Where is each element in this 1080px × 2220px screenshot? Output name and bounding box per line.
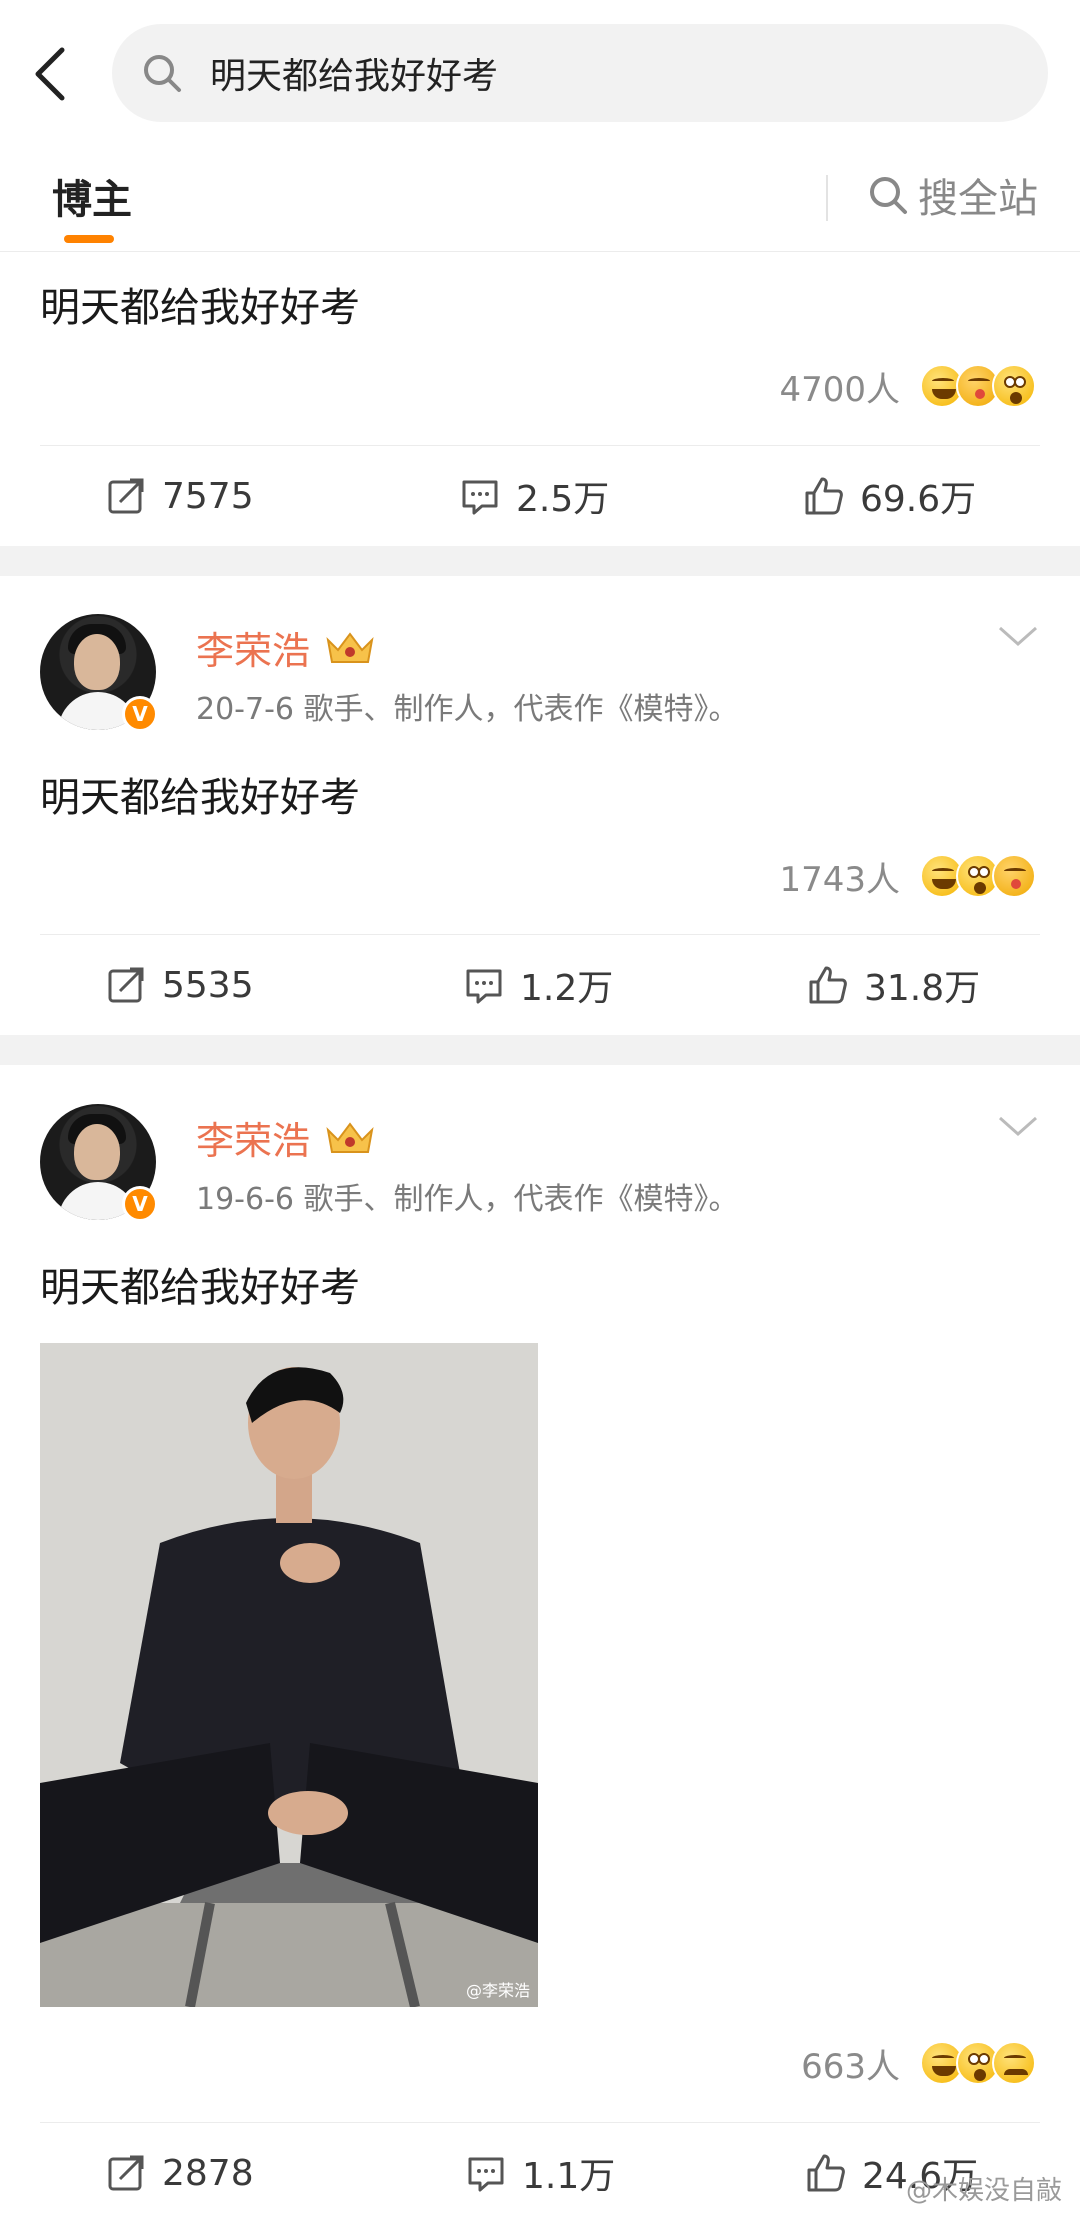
section-gap bbox=[0, 546, 1080, 576]
back-button[interactable] bbox=[26, 42, 74, 106]
author-name[interactable]: 李荣浩 bbox=[196, 620, 376, 675]
chevron-down-icon[interactable] bbox=[996, 1112, 1040, 1142]
like-button[interactable]: 69.6万 bbox=[802, 446, 976, 546]
comment-icon bbox=[464, 2151, 508, 2195]
comment-button[interactable]: 2.5万 bbox=[458, 446, 609, 546]
post-meta: 19-6-6 歌手、制作人，代表作《模特》。 bbox=[196, 1182, 739, 1217]
comment-button[interactable]: 1.1万 bbox=[464, 2123, 615, 2220]
search-input[interactable]: 明天都给我好好考 bbox=[112, 24, 1048, 122]
kiss-emoji-icon bbox=[992, 854, 1036, 898]
section-gap bbox=[0, 1035, 1080, 1065]
repost-icon bbox=[104, 474, 148, 518]
search-all-button[interactable]: 搜全站 bbox=[868, 165, 1038, 225]
search-query: 明天都给我好好考 bbox=[210, 56, 499, 97]
comment-icon bbox=[458, 474, 502, 518]
repost-count: 7575 bbox=[162, 475, 254, 517]
repost-icon bbox=[104, 963, 148, 1007]
post-text[interactable]: 明天都给我好好考 bbox=[40, 1255, 360, 1313]
active-tab-indicator bbox=[64, 235, 114, 243]
author-row[interactable]: V 李荣浩 20-7-6 歌手、制作人，代表作《模特》。 bbox=[40, 614, 1040, 734]
post-actions: 2878 1.1万 24.6万 bbox=[40, 2122, 1040, 2220]
comment-count: 1.1万 bbox=[522, 2156, 616, 2197]
top-bar: 明天都给我好好考 bbox=[0, 0, 1080, 145]
repost-button[interactable]: 2878 bbox=[104, 2123, 254, 2220]
verified-badge-icon: V bbox=[122, 1186, 158, 1222]
post-photo[interactable]: @李荣浩 bbox=[40, 1343, 538, 2007]
crown-badge-icon bbox=[324, 1118, 376, 1158]
post-text[interactable]: 明天都给我好好考 bbox=[40, 765, 360, 823]
reaction-count: 4700人 bbox=[779, 369, 900, 410]
repost-button[interactable]: 7575 bbox=[104, 446, 254, 546]
post-actions: 5535 1.2万 31.8万 bbox=[40, 934, 1040, 1034]
corner-watermark: @木娱没自敲 bbox=[905, 2176, 1062, 2206]
tab-blogger[interactable]: 博主 bbox=[52, 167, 132, 225]
author-name-text: 李荣浩 bbox=[196, 629, 311, 673]
repost-count: 5535 bbox=[162, 964, 254, 1006]
verified-badge-icon: V bbox=[122, 696, 158, 732]
search-icon bbox=[138, 49, 186, 97]
comment-icon bbox=[462, 963, 506, 1007]
wow-emoji-icon bbox=[992, 364, 1036, 408]
author-row[interactable]: V 李荣浩 19-6-6 歌手、制作人，代表作《模特》。 bbox=[40, 1104, 1040, 1224]
thumbs-up-icon bbox=[804, 2151, 848, 2195]
tab-divider bbox=[826, 175, 828, 221]
thumbs-up-icon bbox=[806, 963, 850, 1007]
like-count: 69.6万 bbox=[860, 479, 977, 520]
chevron-down-icon[interactable] bbox=[996, 622, 1040, 652]
crown-badge-icon bbox=[324, 628, 376, 668]
comment-count: 2.5万 bbox=[516, 479, 610, 520]
reaction-summary[interactable]: 1743人 bbox=[779, 850, 1036, 902]
comment-button[interactable]: 1.2万 bbox=[462, 935, 613, 1035]
repost-icon bbox=[104, 2151, 148, 2195]
reaction-summary[interactable]: 663人 bbox=[801, 2037, 1036, 2089]
search-all-label: 搜全站 bbox=[918, 176, 1038, 222]
author-name-text: 李荣浩 bbox=[196, 1119, 311, 1163]
post-meta: 20-7-6 歌手、制作人，代表作《模特》。 bbox=[196, 692, 739, 727]
photo-watermark: @李荣浩 bbox=[465, 1981, 530, 2000]
tab-row: 博主 搜全站 bbox=[0, 145, 1080, 252]
reaction-summary[interactable]: 4700人 bbox=[779, 360, 1036, 412]
search-icon bbox=[868, 173, 912, 217]
like-count: 31.8万 bbox=[864, 968, 981, 1009]
repost-count: 2878 bbox=[162, 2152, 254, 2194]
reaction-count: 663人 bbox=[801, 2046, 900, 2087]
sad-emoji-icon bbox=[992, 2041, 1036, 2085]
like-button[interactable]: 31.8万 bbox=[806, 935, 980, 1035]
back-arrow-icon bbox=[35, 47, 65, 101]
thumbs-up-icon bbox=[802, 474, 846, 518]
person-photo-illustration bbox=[40, 1343, 538, 2007]
post-text[interactable]: 明天都给我好好考 bbox=[40, 275, 360, 333]
comment-count: 1.2万 bbox=[520, 968, 614, 1009]
post-actions: 7575 2.5万 69.6万 bbox=[40, 445, 1040, 545]
author-name[interactable]: 李荣浩 bbox=[196, 1110, 376, 1165]
reaction-count: 1743人 bbox=[779, 859, 900, 900]
repost-button[interactable]: 5535 bbox=[104, 935, 254, 1035]
